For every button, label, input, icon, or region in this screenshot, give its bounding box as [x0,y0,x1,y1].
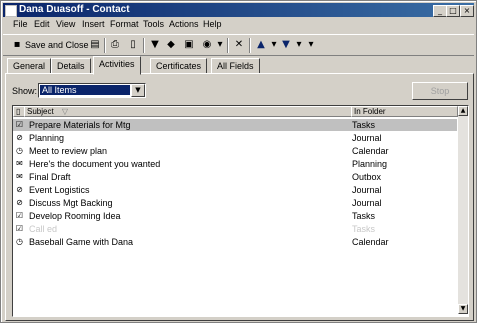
item-folder: Outbox [352,172,382,182]
tab-general[interactable]: General [7,58,52,74]
vertical-scrollbar[interactable]: ▲ ▼ [458,106,468,314]
contact-window: Dana Duasoff - Contact _ □ × File Edit V… [0,0,477,323]
list-item[interactable]: ✉ Final Draft Outbox [13,171,457,183]
chevron-down-icon[interactable]: ▾ [293,39,305,51]
item-folder: Journal [352,185,382,195]
item-subject: Planning [29,133,65,143]
minimize-button[interactable]: _ [433,5,447,17]
list-item[interactable]: ✉ Here's the document you wanted Planning [13,158,457,170]
show-dropdown[interactable]: All Items ▼ [38,83,146,98]
show-label: Show: [12,86,38,96]
scroll-up-button[interactable]: ▲ [458,106,468,116]
previous-item-icon[interactable]: ▲ [255,39,267,51]
item-subject: Event Logistics [29,185,90,195]
item-folder: Calendar [352,146,389,156]
item-folder: Tasks [352,120,376,130]
item-folder: Tasks [352,211,376,221]
item-subject: Final Draft [29,172,71,182]
item-subject: Prepare Materials for Mtg [29,120,131,130]
task-icon: ☑ [15,120,24,129]
menu-tools[interactable]: Tools [143,19,164,29]
appointment-icon: ◷ [16,237,23,246]
contact-card-icon [5,5,17,17]
activities-list: ▯ Subject ▽ In Folder ☑ Prepare Materials… [12,105,469,317]
item-subject: Here's the document you wanted [29,159,161,169]
item-folder: Journal [352,133,382,143]
item-folder: Planning [352,159,388,169]
appointment-icon: ◷ [16,146,23,155]
menu-view[interactable]: View [56,19,75,29]
journal-icon: ⊘ [16,198,23,207]
item-subject: Discuss Mgt Backing [29,198,113,208]
toolbar-separator [143,38,145,53]
toolbar-separator [227,38,229,53]
list-item[interactable]: ◷ Meet to review plan Calendar [13,145,457,157]
save-and-close-button[interactable]: Save and Close [25,38,89,52]
menu-help[interactable]: Help [203,19,222,29]
chevron-down-icon[interactable]: ▾ [214,39,226,51]
menu-insert[interactable]: Insert [82,19,105,29]
journal-icon: ⊘ [16,185,23,194]
chevron-down-icon[interactable]: ▼ [131,84,145,97]
item-subject: Baseball Game with Dana [29,237,134,247]
list-item[interactable]: ☑ Prepare Materials for Mtg Tasks [13,119,457,131]
column-subject-header[interactable]: Subject ▽ [24,106,352,117]
new-letter-icon[interactable]: ▣ [183,39,195,51]
title-bar[interactable]: Dana Duasoff - Contact _ □ × [3,3,474,17]
menu-format[interactable]: Format [110,19,139,29]
toolbar-separator [249,38,251,53]
item-folder: Tasks [352,224,376,234]
list-header: ▯ Subject ▽ In Folder [13,106,458,117]
print-icon[interactable]: ⎙ [109,39,121,51]
tab-all-fields[interactable]: All Fields [211,58,260,74]
delete-icon[interactable]: ✕ [233,39,245,51]
toolbar-separator [104,38,106,53]
categories-icon[interactable]: ◆ [165,39,177,51]
item-subject: Develop Rooming Idea [29,211,121,221]
explore-web-icon[interactable]: ◉ [201,39,213,51]
close-button[interactable]: × [460,5,474,17]
list-item[interactable]: ☑ Develop Rooming Idea Tasks [13,210,457,222]
item-subject: Meet to review plan [29,146,108,156]
list-item[interactable]: ⊘ Event Logistics Journal [13,184,457,196]
task-icon: ☑ [15,211,24,220]
menu-actions[interactable]: Actions [169,19,199,29]
list-item[interactable]: ⊘ Discuss Mgt Backing Journal [13,197,457,209]
chevron-down-icon[interactable]: ▾ [268,39,280,51]
list-item[interactable]: ⊘ Planning Journal [13,132,457,144]
menu-file[interactable]: File [13,19,28,29]
toolbar-options-icon[interactable]: ▾ [305,39,317,51]
standard-toolbar: ▪ Save and Close ▤ ⎙ ▯ ▼ ◆ ▣ ◉ ▾ ✕ ▲ ▾ ▼… [3,34,474,56]
document-icon: ▯ [16,107,21,116]
item-folder: Calendar [352,237,389,247]
item-folder: Journal [352,198,382,208]
window-title: Dana Duasoff - Contact [19,4,130,15]
column-folder-header[interactable]: In Folder [351,106,458,117]
column-subject-label: Subject [27,107,54,116]
scroll-down-button[interactable]: ▼ [458,304,468,314]
next-item-icon[interactable]: ▼ [280,39,292,51]
stop-button: Stop [412,82,468,100]
activities-panel: Show: All Items ▼ Stop ▯ Subject ▽ In Fo… [5,73,474,321]
maximize-button[interactable]: □ [446,5,460,17]
menu-edit[interactable]: Edit [34,19,50,29]
attach-icon[interactable]: ▯ [127,39,139,51]
tab-activities[interactable]: Activities [93,56,141,75]
task-icon: ☑ [15,224,24,233]
save-icon[interactable]: ▪ [11,39,23,51]
message-icon: ✉ [16,172,23,181]
message-icon: ✉ [16,159,23,168]
list-item[interactable]: ☑ Call ed Tasks [13,223,457,235]
save-attachment-icon[interactable]: ▤ [89,39,101,51]
sort-indicator-icon: ▽ [61,107,69,116]
journal-icon: ⊘ [16,133,23,142]
tab-details[interactable]: Details [51,58,91,74]
show-dropdown-value: All Items [40,85,130,95]
item-subject: Call ed [29,224,58,234]
menu-bar: File Edit View Insert Format Tools Actio… [3,18,474,32]
list-item[interactable]: ◷ Baseball Game with Dana Calendar [13,236,457,248]
flag-icon[interactable]: ▼ [149,39,161,51]
tab-certificates[interactable]: Certificates [150,58,208,74]
